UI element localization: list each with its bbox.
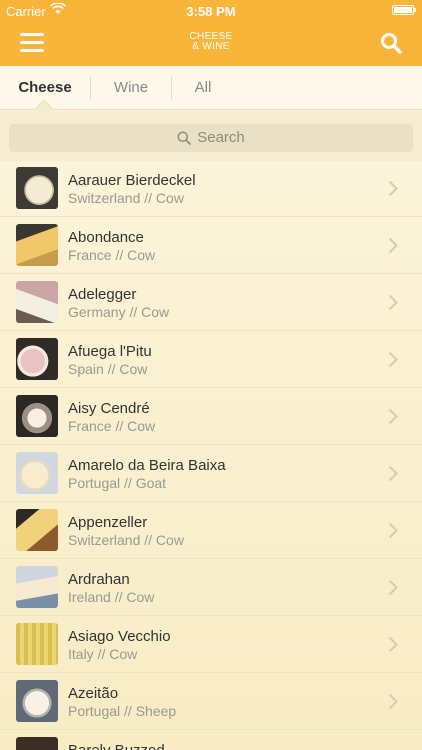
cheese-list: Aarauer Bierdeckel Switzerland // Cow Abon…	[0, 160, 422, 750]
list-item[interactable]: Amarelo da Beira Baixa Portugal // Goat	[0, 445, 422, 502]
cheese-name: Adelegger	[68, 286, 137, 303]
list-item[interactable]: Appenzeller Switzerland // Cow	[0, 502, 422, 559]
list-item[interactable]: Ardrahan Ireland // Cow	[0, 559, 422, 616]
list-item[interactable]: Barely Buzzed	[0, 730, 422, 750]
cheese-origin: Italy // Cow	[68, 646, 138, 662]
cheese-origin: Switzerland // Cow	[68, 532, 184, 548]
status-time: 3:58 PM	[186, 4, 236, 19]
app-logo: CHEESE & WINE	[0, 32, 422, 52]
list-item[interactable]: Abondance France // Cow	[0, 217, 422, 274]
cheese-name: Afuega l'Pitu	[68, 343, 152, 360]
cheese-name: Amarelo da Beira Baixa	[68, 457, 226, 474]
cheese-thumbnail	[16, 224, 58, 266]
chevron-right-icon	[388, 237, 398, 254]
cheese-thumbnail	[16, 395, 58, 437]
search-input[interactable]: Search	[9, 124, 413, 152]
search-field-icon	[177, 131, 192, 145]
segmented-tabs: Cheese Wine All	[0, 66, 422, 117]
chevron-right-icon	[388, 636, 398, 653]
list-item[interactable]: Aarauer Bierdeckel Switzerland // Cow	[0, 160, 422, 217]
tab-wine[interactable]: Wine	[91, 66, 171, 110]
chevron-right-icon	[388, 294, 398, 311]
cheese-thumbnail	[16, 338, 58, 380]
cheese-name: Abondance	[68, 229, 144, 246]
chevron-right-icon	[388, 180, 398, 197]
search-bar: Search	[0, 111, 422, 161]
cheese-thumbnail	[16, 623, 58, 665]
cheese-origin: Switzerland // Cow	[68, 190, 184, 206]
cheese-thumbnail	[16, 452, 58, 494]
chevron-right-icon	[388, 408, 398, 425]
list-item[interactable]: Asiago Vecchio Italy // Cow	[0, 616, 422, 673]
cheese-name: Appenzeller	[68, 514, 148, 531]
cheese-name: Barely Buzzed	[68, 742, 165, 750]
cheese-thumbnail	[16, 737, 58, 750]
cheese-name: Azeitão	[68, 685, 119, 702]
chevron-right-icon	[388, 351, 398, 368]
cheese-thumbnail	[16, 509, 58, 551]
cheese-origin: Germany // Cow	[68, 304, 170, 320]
cheese-origin: France // Cow	[68, 418, 156, 434]
cheese-origin: Ireland // Cow	[68, 589, 155, 605]
cheese-thumbnail	[16, 281, 58, 323]
chevron-right-icon	[388, 522, 398, 539]
tab-all[interactable]: All	[172, 66, 234, 110]
chevron-right-icon	[388, 693, 398, 710]
cheese-origin: France // Cow	[68, 247, 156, 263]
nav-bar: CHEESE & WINE	[0, 22, 422, 66]
status-bar: Carrier 3:58 PM	[0, 0, 422, 22]
search-placeholder: Search	[197, 129, 245, 146]
chevron-right-icon	[388, 579, 398, 596]
list-item[interactable]: Azeitão Portugal // Sheep	[0, 673, 422, 730]
cheese-thumbnail	[16, 680, 58, 722]
search-icon[interactable]	[380, 32, 402, 54]
chevron-right-icon	[388, 465, 398, 482]
cheese-origin: Portugal // Sheep	[68, 703, 177, 719]
battery-icon	[392, 5, 416, 15]
cheese-origin: Spain // Cow	[68, 361, 148, 377]
cheese-thumbnail	[16, 167, 58, 209]
list-item[interactable]: Aisy Cendré France // Cow	[0, 388, 422, 445]
list-item[interactable]: Afuega l'Pitu Spain // Cow	[0, 331, 422, 388]
cheese-name: Ardrahan	[68, 571, 130, 588]
cheese-name: Asiago Vecchio	[68, 628, 171, 645]
cheese-name: Aisy Cendré	[68, 400, 150, 417]
cheese-thumbnail	[16, 566, 58, 608]
logo-line-2: & WINE	[192, 41, 230, 52]
cheese-origin: Portugal // Goat	[68, 475, 167, 491]
list-item[interactable]: Adelegger Germany // Cow	[0, 274, 422, 331]
cheese-name: Aarauer Bierdeckel	[68, 172, 196, 189]
